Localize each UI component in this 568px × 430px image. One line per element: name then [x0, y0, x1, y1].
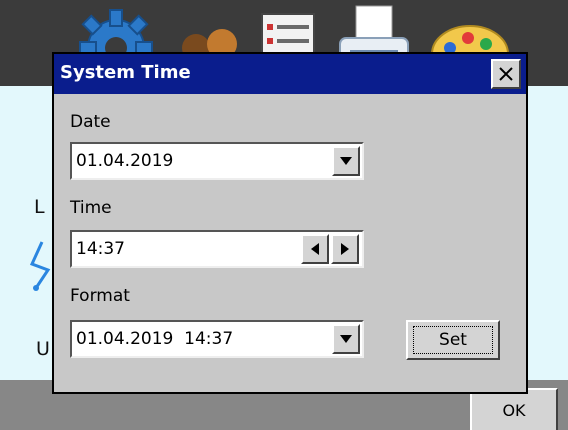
date-value: 01.04.2019 — [76, 151, 174, 171]
background-label-l: L — [34, 196, 45, 218]
time-increment-button[interactable] — [331, 234, 359, 264]
arrow-left-icon — [311, 243, 319, 255]
system-time-dialog: System Time Date 01.04.2019 Time 14:37 F… — [52, 52, 528, 394]
chevron-down-icon — [340, 335, 352, 343]
time-label: Time — [70, 198, 112, 218]
dialog-titlebar: System Time — [54, 54, 526, 94]
network-icon — [28, 240, 52, 296]
format-value: 01.04.2019 14:37 — [76, 329, 234, 349]
dialog-title: System Time — [60, 62, 191, 83]
set-button-label: Set — [413, 326, 493, 354]
ok-button[interactable]: OK — [470, 388, 558, 430]
time-spinner[interactable]: 14:37 — [70, 230, 364, 268]
arrow-right-icon — [341, 243, 349, 255]
date-dropdown[interactable]: 01.04.2019 — [70, 142, 364, 180]
date-label: Date — [70, 112, 111, 132]
format-label: Format — [70, 286, 130, 306]
set-button[interactable]: Set — [406, 320, 500, 360]
format-dropdown[interactable]: 01.04.2019 14:37 — [70, 320, 364, 358]
time-value: 14:37 — [76, 239, 125, 259]
format-dropdown-button[interactable] — [332, 324, 360, 354]
close-icon — [499, 67, 513, 81]
chevron-down-icon — [340, 157, 352, 165]
close-button[interactable] — [491, 59, 521, 89]
date-dropdown-button[interactable] — [332, 146, 360, 176]
time-decrement-button[interactable] — [301, 234, 329, 264]
background-label-u: U — [36, 338, 50, 360]
